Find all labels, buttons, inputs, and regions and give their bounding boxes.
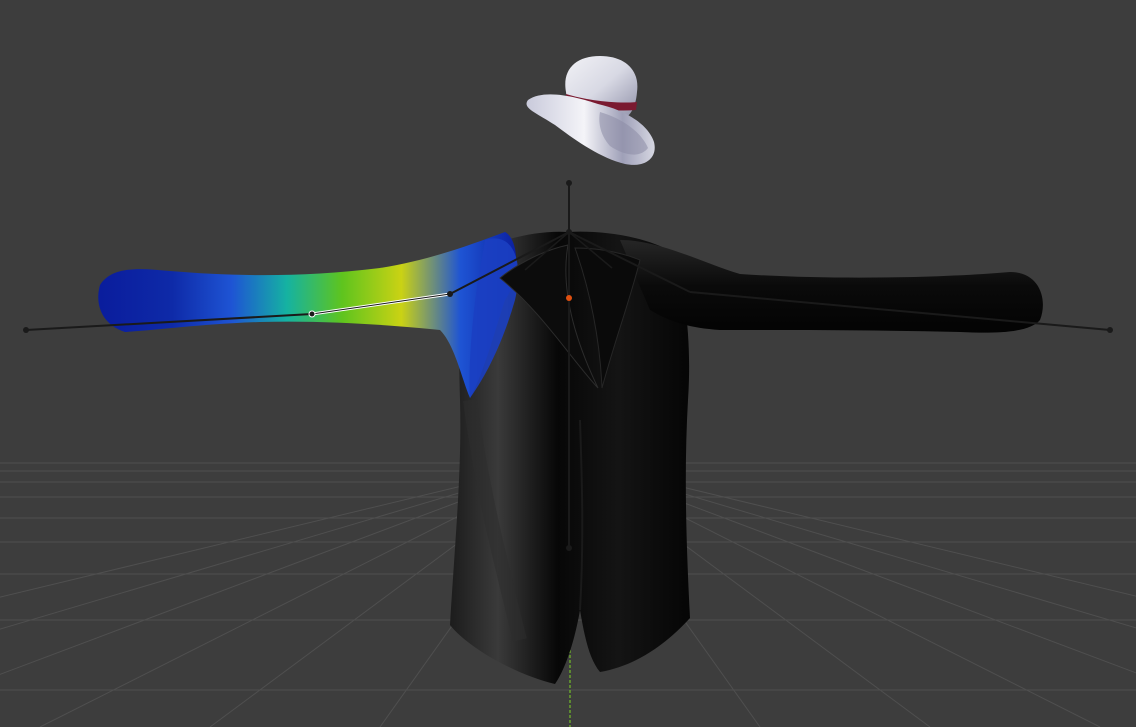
joint-head[interactable]: [566, 180, 572, 186]
joint-neck[interactable]: [566, 229, 572, 235]
joint-left-elbow[interactable]: [308, 310, 316, 318]
joint-pelvis[interactable]: [566, 545, 572, 551]
viewport-canvas[interactable]: [0, 0, 1136, 727]
joint-right-hand[interactable]: [1107, 327, 1113, 333]
joint-left-hand[interactable]: [23, 327, 29, 333]
hat-mesh[interactable]: [526, 56, 655, 165]
object-origin-dot: [566, 295, 572, 301]
joint-left-shoulder[interactable]: [447, 291, 453, 297]
armature[interactable]: [25, 183, 1111, 548]
3d-viewport[interactable]: [0, 0, 1136, 727]
